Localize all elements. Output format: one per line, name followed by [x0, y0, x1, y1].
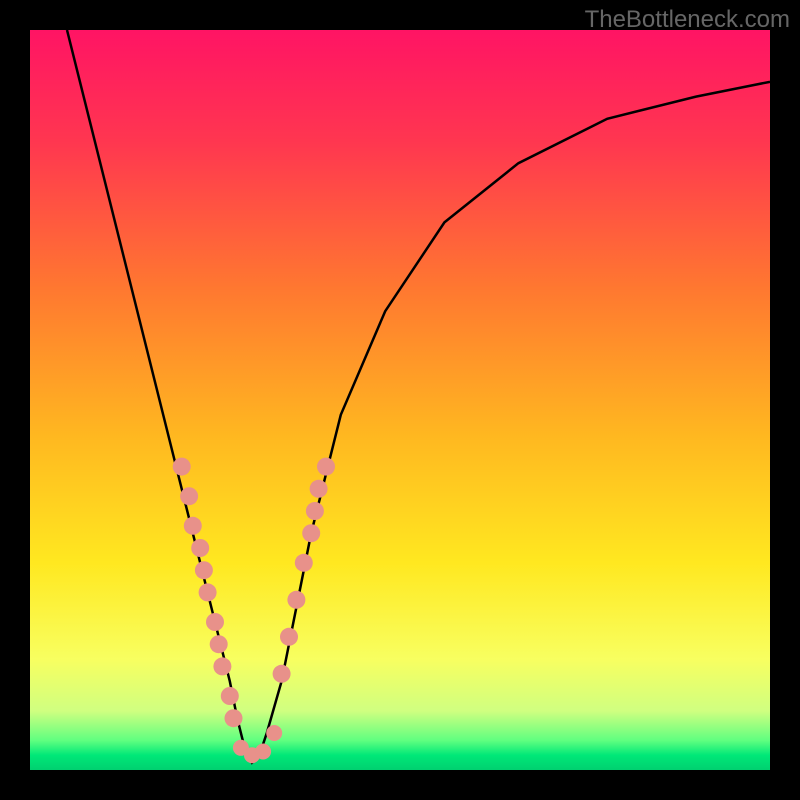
data-marker [191, 539, 209, 557]
data-marker [295, 554, 313, 572]
data-marker [221, 687, 239, 705]
curve-overlay [30, 30, 770, 770]
data-marker [287, 591, 305, 609]
data-markers [173, 458, 335, 764]
data-marker [255, 744, 271, 760]
data-marker [306, 502, 324, 520]
data-marker [273, 665, 291, 683]
data-marker [280, 628, 298, 646]
data-marker [225, 709, 243, 727]
data-marker [266, 725, 282, 741]
data-marker [302, 524, 320, 542]
data-marker [184, 517, 202, 535]
data-marker [213, 657, 231, 675]
data-marker [199, 583, 217, 601]
bottleneck-curve-line [67, 30, 770, 763]
data-marker [173, 458, 191, 476]
data-marker [206, 613, 224, 631]
data-marker [310, 480, 328, 498]
data-marker [195, 561, 213, 579]
data-marker [210, 635, 228, 653]
data-marker [317, 458, 335, 476]
data-marker [180, 487, 198, 505]
watermark-text: TheBottleneck.com [585, 6, 790, 34]
chart-container [30, 30, 770, 770]
